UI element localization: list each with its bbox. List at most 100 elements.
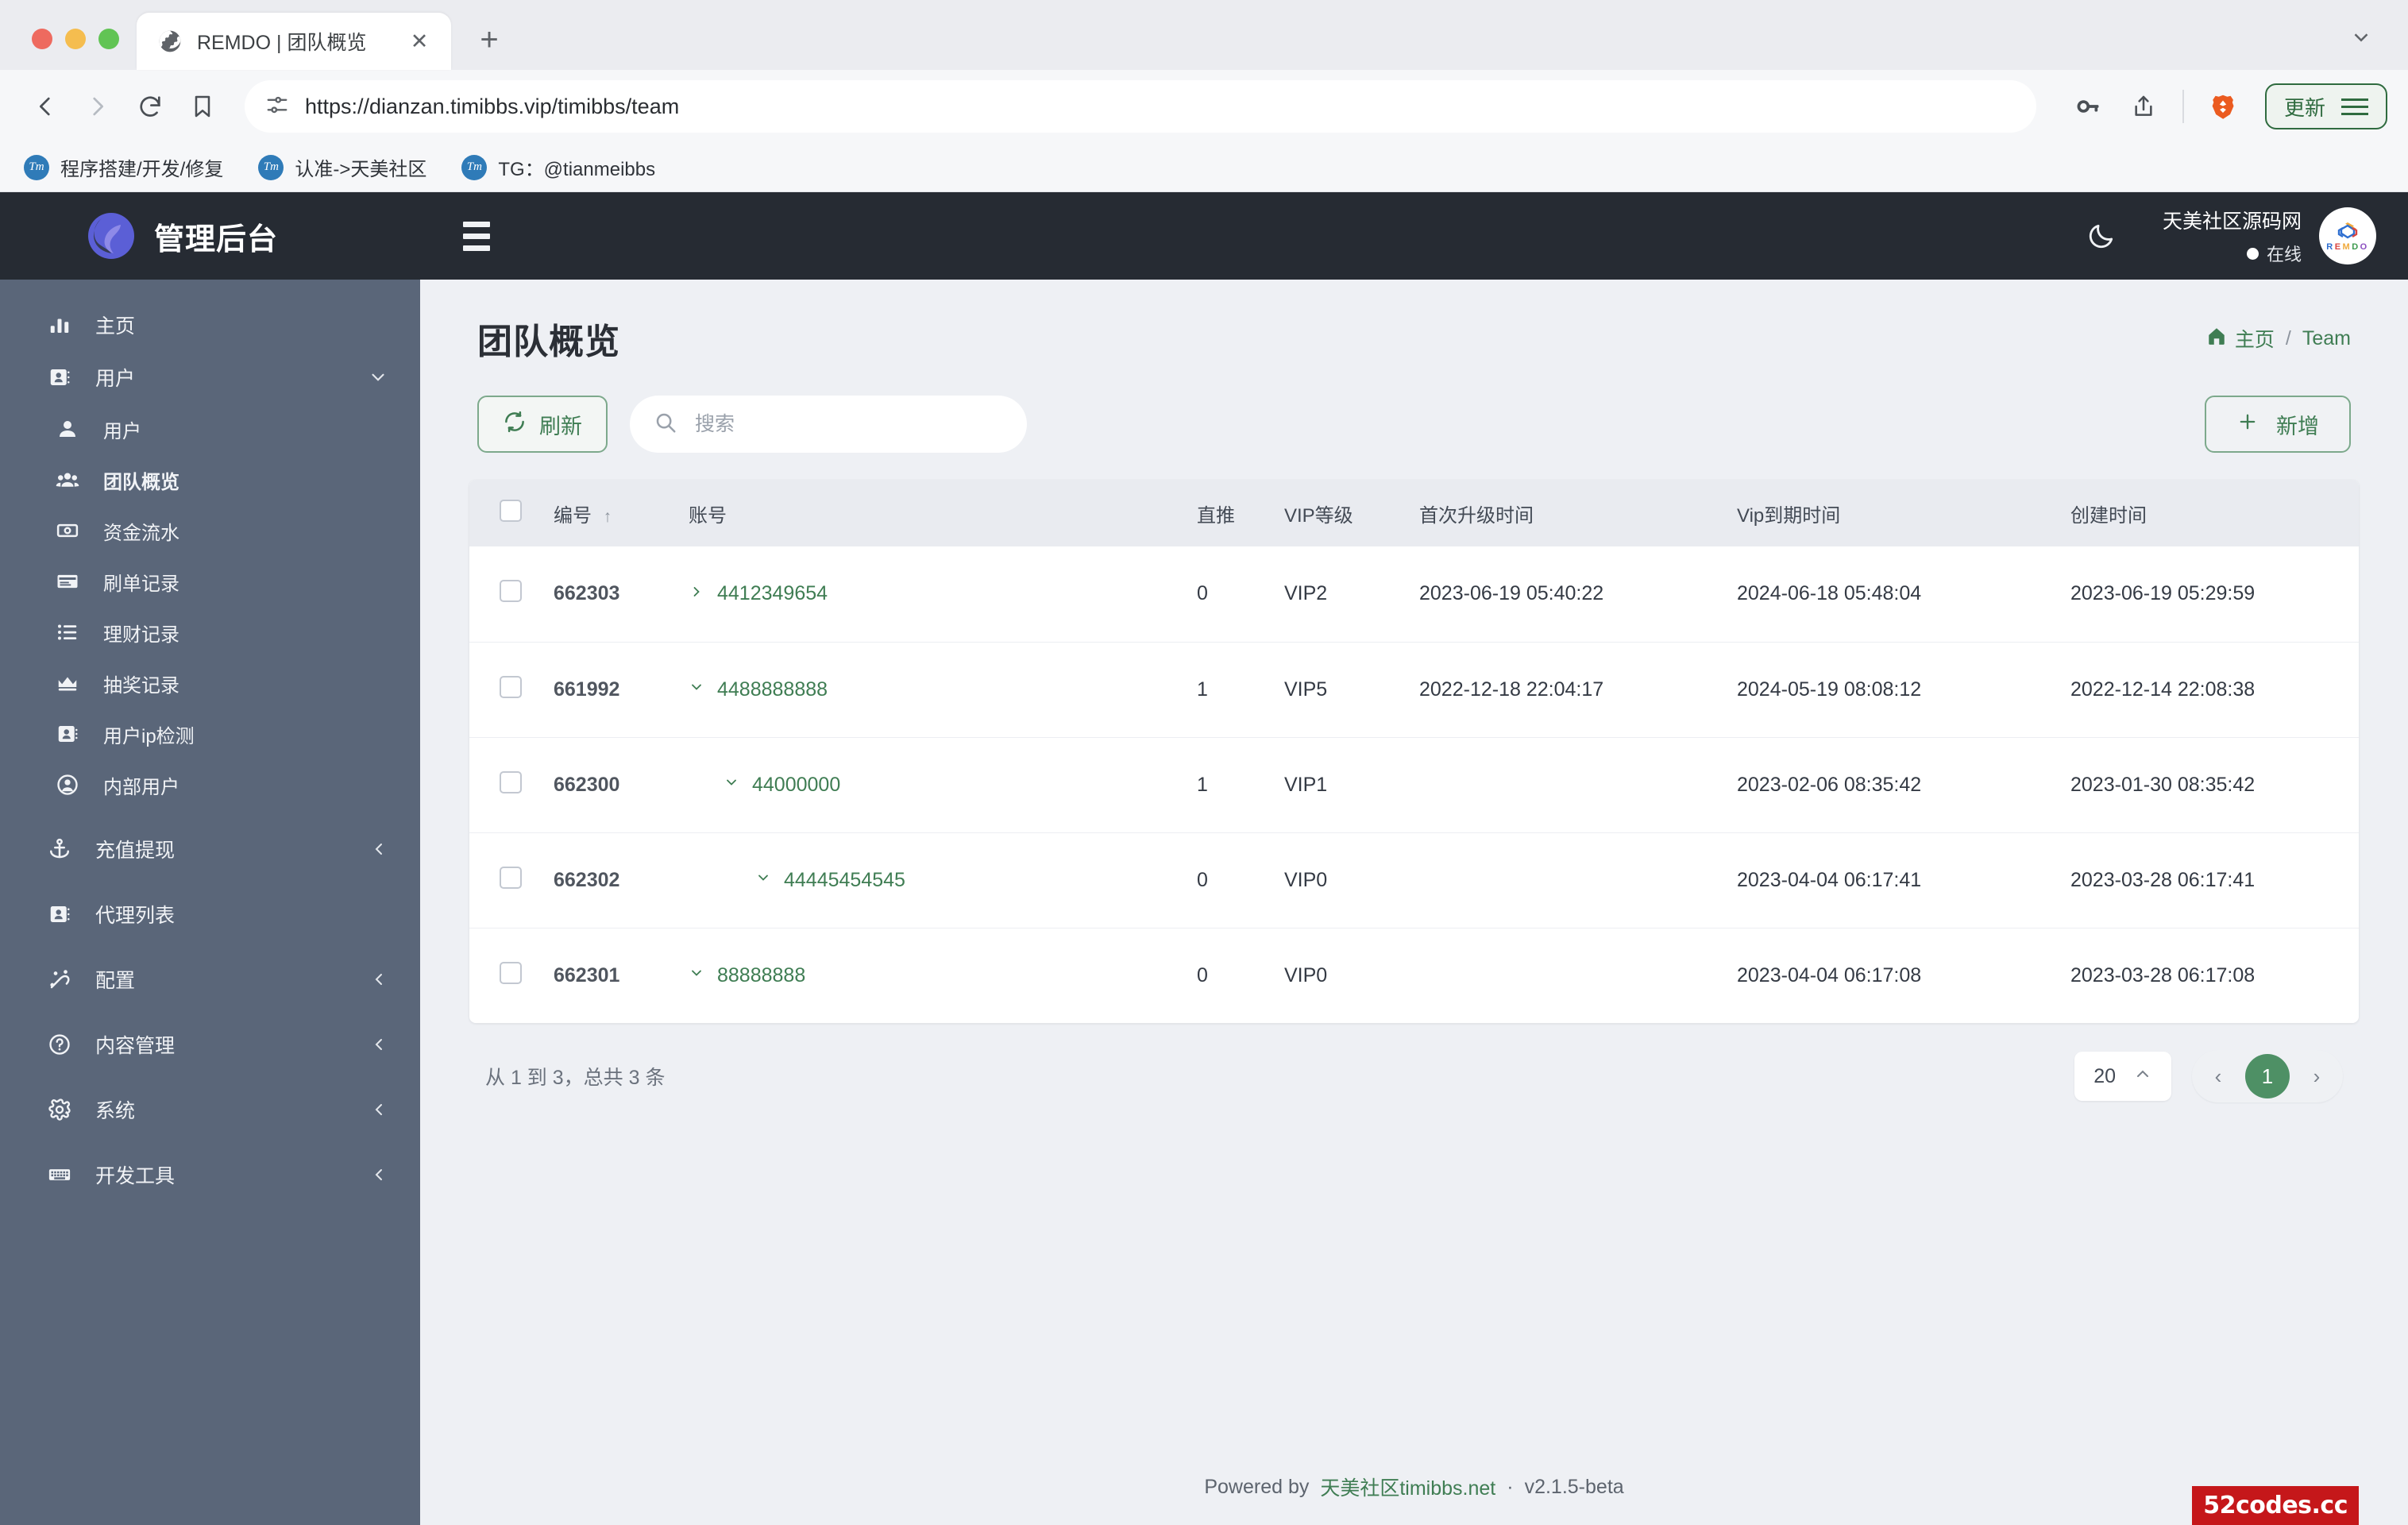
browser-tab[interactable]: REMDO | 团队概览 ✕ bbox=[137, 13, 451, 70]
user-menu[interactable]: 天美社区源码网 在线 REMDO bbox=[2163, 206, 2376, 266]
row-checkbox[interactable] bbox=[500, 961, 522, 984]
brand-header: 管理后台 bbox=[0, 192, 420, 280]
bookmark-item[interactable]: Tm TG：@tianmeibbs bbox=[461, 153, 655, 181]
update-button[interactable]: 更新 bbox=[2264, 83, 2387, 129]
sidebar-item-15[interactable]: 开发工具 bbox=[0, 1149, 420, 1201]
col-created[interactable]: 创建时间 bbox=[2059, 480, 2359, 546]
account-number[interactable]: 44445454545 bbox=[784, 869, 905, 892]
breadcrumb-home[interactable]: 主页 bbox=[2206, 324, 2275, 353]
add-button[interactable]: 新增 bbox=[2205, 396, 2351, 453]
table-row[interactable]: 662301 88888888 0 VIP0 2023-04-04 06:17:08 20… bbox=[469, 928, 2359, 1023]
cell-first-upgrade: 2022-12-18 22:04:17 bbox=[1408, 642, 1726, 738]
cell-vip-expire: 2023-04-04 06:17:41 bbox=[1726, 832, 2059, 929]
cell-created: 2023-03-28 06:17:41 bbox=[2059, 832, 2359, 929]
chevron-down-icon bbox=[368, 367, 388, 388]
table-head: 编号 ↑ 账号 直推 VIP等级 首次升级时间 Vip到期时间 创建时间 bbox=[469, 480, 2359, 546]
cell-vip-expire: 2023-02-06 08:35:42 bbox=[1726, 737, 2059, 833]
page-size-select[interactable]: 20 bbox=[2074, 1052, 2171, 1101]
cell-vip-expire: 2024-05-19 08:08:12 bbox=[1726, 642, 2059, 738]
account-number[interactable]: 4412349654 bbox=[717, 582, 828, 605]
sidebar-item-11[interactable]: 代理列表 bbox=[0, 888, 420, 940]
row-checkbox[interactable] bbox=[500, 770, 522, 793]
share-icon[interactable] bbox=[2119, 82, 2168, 131]
table-row[interactable]: 662300 44000000 1 VIP1 2023-02-06 08:35:42 20… bbox=[469, 737, 2359, 833]
close-window-button[interactable] bbox=[32, 29, 52, 49]
sidebar-item-4[interactable]: 资金流水 bbox=[0, 505, 420, 556]
sidebar-item-1[interactable]: 用户 bbox=[0, 351, 420, 403]
bookmark-icon[interactable] bbox=[178, 82, 227, 131]
sidebar-item-0[interactable]: 主页 bbox=[0, 299, 420, 351]
page-number-1[interactable]: 1 bbox=[2245, 1054, 2290, 1098]
row-checkbox[interactable] bbox=[500, 580, 522, 603]
minimize-window-button[interactable] bbox=[65, 29, 86, 49]
next-page-button[interactable]: › bbox=[2294, 1054, 2339, 1098]
table-row[interactable]: 661992 4488888888 1 VIP5 2022-12-18 22:04:17… bbox=[469, 642, 2359, 738]
address-bar[interactable]: https://dianzan.timibbs.vip/timibbs/team bbox=[245, 80, 2036, 133]
forward-icon[interactable] bbox=[73, 82, 122, 131]
row-checkbox[interactable] bbox=[500, 866, 522, 889]
sidebar-item-label: 刷单记录 bbox=[103, 573, 179, 595]
sidebar-item-9[interactable]: 内部用户 bbox=[0, 759, 420, 810]
sidebar-item-13[interactable]: 内容管理 bbox=[0, 1018, 420, 1071]
sidebar-item-12[interactable]: 配置 bbox=[0, 953, 420, 1006]
chevron-left-icon bbox=[369, 970, 388, 989]
refresh-button[interactable]: 刷新 bbox=[477, 396, 608, 453]
col-vip-expire[interactable]: Vip到期时间 bbox=[1726, 480, 2059, 546]
chevron-down-icon[interactable] bbox=[724, 774, 738, 795]
search-input[interactable] bbox=[695, 412, 1003, 436]
table-row[interactable]: 662302 44445454545 0 VIP0 2023-04-04 06:17:4… bbox=[469, 832, 2359, 929]
chevron-down-icon[interactable] bbox=[755, 870, 770, 890]
sidebar-item-3[interactable]: 团队概览 bbox=[0, 454, 420, 505]
bookmark-item[interactable]: Tm 程序搭建/开发/修复 bbox=[24, 153, 223, 181]
reload-icon[interactable] bbox=[125, 82, 175, 131]
bookmarks-bar: Tm 程序搭建/开发/修复 Tm 认准->天美社区 Tm TG：@tianmei… bbox=[0, 143, 2408, 192]
chevron-left-icon bbox=[369, 1035, 388, 1054]
col-vip-level[interactable]: VIP等级 bbox=[1273, 480, 1408, 546]
col-account[interactable]: 账号 bbox=[677, 480, 1186, 546]
maximize-window-button[interactable] bbox=[98, 29, 119, 49]
col-id[interactable]: 编号 ↑ bbox=[542, 480, 677, 546]
account-number[interactable]: 44000000 bbox=[752, 774, 840, 797]
brave-lion-icon[interactable] bbox=[2198, 82, 2248, 131]
col-first-upgrade[interactable]: 首次升级时间 bbox=[1408, 480, 1726, 546]
breadcrumb-separator: / bbox=[2285, 326, 2291, 349]
search-box[interactable] bbox=[630, 396, 1027, 453]
sidebar-item-10[interactable]: 充值提现 bbox=[0, 823, 420, 875]
password-key-icon[interactable] bbox=[2063, 82, 2113, 131]
new-tab-button[interactable]: + bbox=[469, 19, 510, 60]
table-row[interactable]: 662303 4412349654 0 VIP2 2023-06-19 05:40:22… bbox=[469, 546, 2359, 643]
account-number[interactable]: 4488888888 bbox=[717, 678, 828, 701]
cell-vip-level: VIP0 bbox=[1273, 832, 1408, 929]
row-checkbox[interactable] bbox=[500, 675, 522, 698]
chevron-down-icon[interactable] bbox=[689, 679, 703, 700]
chevron-right-icon[interactable] bbox=[689, 584, 703, 604]
select-all-checkbox[interactable] bbox=[500, 499, 522, 522]
site-settings-icon[interactable] bbox=[265, 93, 289, 121]
sidebar-item-6[interactable]: 理财记录 bbox=[0, 607, 420, 658]
moon-icon[interactable] bbox=[2086, 221, 2117, 251]
close-tab-button[interactable]: ✕ bbox=[405, 27, 434, 56]
sidebar-item-14[interactable]: 系统 bbox=[0, 1083, 420, 1136]
cell-id: 662302 bbox=[542, 832, 677, 929]
col-direct[interactable]: 直推 bbox=[1186, 480, 1273, 546]
sidebar-item-2[interactable]: 用户 bbox=[0, 403, 420, 454]
chevron-down-icon[interactable] bbox=[2343, 19, 2379, 56]
chart-bar-icon bbox=[44, 313, 75, 337]
browser-menu-icon[interactable] bbox=[2341, 98, 2368, 115]
select-all-cell bbox=[469, 480, 542, 546]
bookmark-item[interactable]: Tm 认准->天美社区 bbox=[258, 153, 426, 181]
cell-direct: 0 bbox=[1186, 832, 1273, 929]
cell-direct: 1 bbox=[1186, 642, 1273, 738]
sidebar-item-7[interactable]: 抽奖记录 bbox=[0, 658, 420, 708]
cell-created: 2022-12-14 22:08:38 bbox=[2059, 642, 2359, 738]
user-meta: 天美社区源码网 在线 bbox=[2163, 206, 2302, 266]
sidebar-toggle-icon[interactable] bbox=[463, 221, 490, 251]
account-number[interactable]: 88888888 bbox=[717, 964, 805, 987]
footer-link[interactable]: 天美社区timibbs.net bbox=[1320, 1473, 1495, 1501]
prev-page-button[interactable]: ‹ bbox=[2196, 1054, 2240, 1098]
sidebar-item-5[interactable]: 刷单记录 bbox=[0, 556, 420, 607]
avatar[interactable]: REMDO bbox=[2319, 207, 2376, 264]
chevron-down-icon[interactable] bbox=[689, 965, 703, 986]
sidebar-item-8[interactable]: 用户ip检测 bbox=[0, 708, 420, 759]
back-icon[interactable] bbox=[21, 82, 70, 131]
